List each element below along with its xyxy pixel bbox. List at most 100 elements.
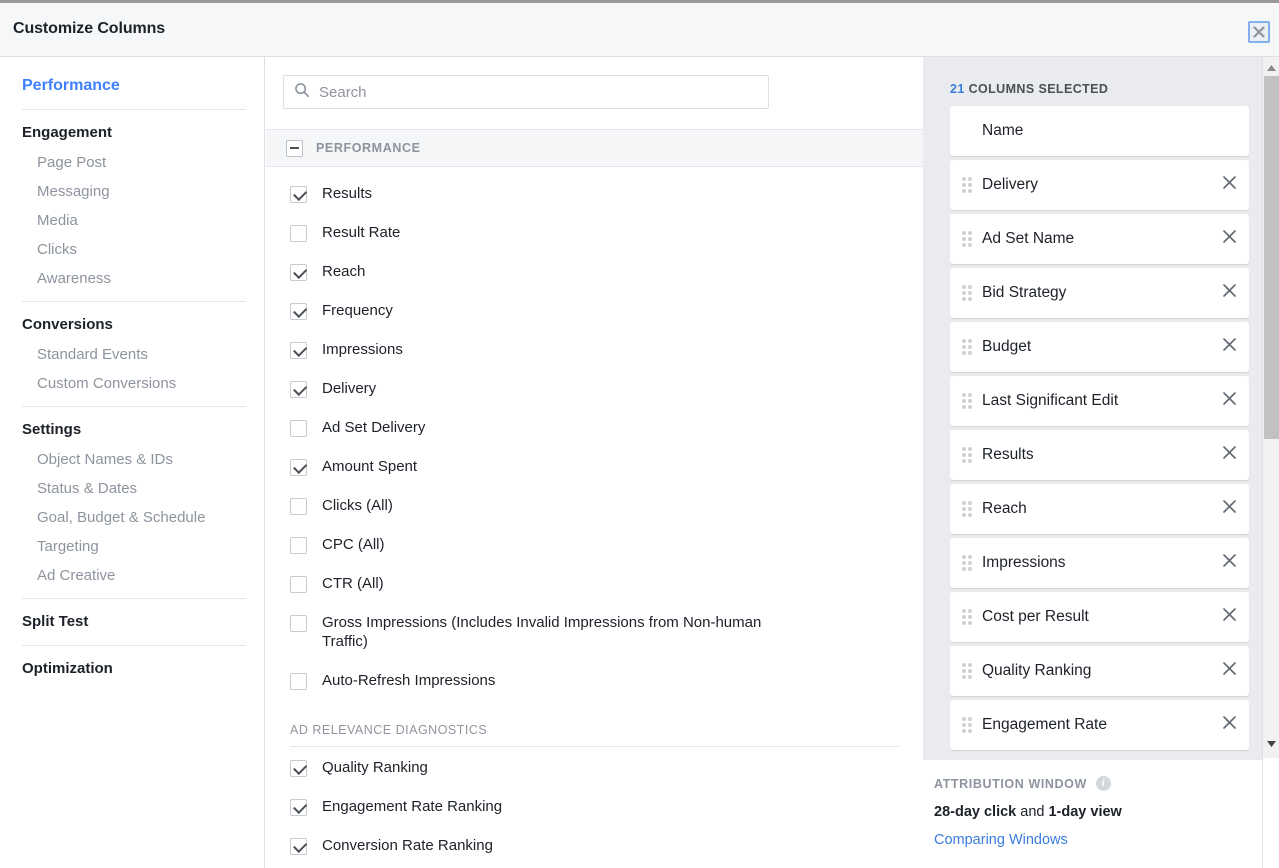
option-clicks-all[interactable]: Clicks (All) [266,493,923,532]
drag-handle-icon[interactable] [962,717,974,733]
scroll-up-icon[interactable] [1263,59,1279,76]
checkbox-gross-impressions[interactable] [290,615,307,632]
scrollbar-thumb[interactable] [1264,76,1279,439]
selected-column-name[interactable]: Name [950,106,1249,156]
remove-column-icon[interactable] [1222,715,1237,735]
sidebar-group-conversions[interactable]: Conversions [0,310,264,340]
column-label: Ad Set Name [982,230,1075,247]
sidebar-item-ad-creative[interactable]: Ad Creative [0,561,264,590]
sidebar-item-performance[interactable]: Performance [0,71,264,101]
remove-column-icon[interactable] [1222,175,1237,195]
remove-column-icon[interactable] [1222,499,1237,519]
sidebar-item-media[interactable]: Media [0,206,264,235]
selected-column-ad-set-name[interactable]: Ad Set Name [950,214,1249,264]
info-icon[interactable]: i [1095,776,1111,791]
scroll-down-icon[interactable] [1263,735,1279,752]
sidebar-item-messaging[interactable]: Messaging [0,177,264,206]
drag-handle-icon[interactable] [962,177,974,193]
selected-column-results[interactable]: Results [950,430,1249,480]
drag-handle-icon[interactable] [962,501,974,517]
checkbox-ctr-all[interactable] [290,576,307,593]
remove-column-icon[interactable] [1222,283,1237,303]
comparing-windows-link[interactable]: Comparing Windows [934,832,1279,848]
selected-column-delivery[interactable]: Delivery [950,160,1249,210]
sidebar-group-engagement[interactable]: Engagement [0,118,264,148]
option-impressions[interactable]: Impressions [266,337,923,376]
drag-handle-icon[interactable] [962,555,974,571]
selected-column-reach[interactable]: Reach [950,484,1249,534]
group-header-performance[interactable]: PERFORMANCE [266,129,923,167]
search-box[interactable] [283,75,769,109]
drag-handle-icon[interactable] [962,663,974,679]
checkbox-amount-spent[interactable] [290,459,307,476]
checkbox-delivery[interactable] [290,381,307,398]
checkbox-result-rate[interactable] [290,225,307,242]
sidebar-group-split-test[interactable]: Split Test [0,607,264,637]
selected-column-quality-ranking[interactable]: Quality Ranking [950,646,1249,696]
option-conversion-rate-ranking[interactable]: Conversion Rate Ranking [266,833,923,868]
selected-column-engagement-rate[interactable]: Engagement Rate [950,700,1249,750]
option-delivery[interactable]: Delivery [266,376,923,415]
checkbox-cpc-all[interactable] [290,537,307,554]
remove-column-icon[interactable] [1222,607,1237,627]
sidebar-item-standard-events[interactable]: Standard Events [0,340,264,369]
selected-column-cost-per-result[interactable]: Cost per Result [950,592,1249,642]
sidebar-item-custom-conversions[interactable]: Custom Conversions [0,369,264,398]
checkbox-quality-ranking[interactable] [290,760,307,777]
checkbox-conversion-rate-ranking[interactable] [290,838,307,855]
checkbox-frequency[interactable] [290,303,307,320]
remove-column-icon[interactable] [1222,445,1237,465]
selected-column-last-significant-edit[interactable]: Last Significant Edit [950,376,1249,426]
sidebar-item-status-dates[interactable]: Status & Dates [0,474,264,503]
option-quality-ranking[interactable]: Quality Ranking [266,755,923,794]
checkbox-ad-set-delivery[interactable] [290,420,307,437]
column-label: Cost per Result [982,608,1089,625]
option-gross-impressions[interactable]: Gross Impressions (Includes Invalid Impr… [266,610,923,668]
drag-handle-icon[interactable] [962,339,974,355]
checkbox-engagement-rate-ranking[interactable] [290,799,307,816]
sidebar-item-clicks[interactable]: Clicks [0,235,264,264]
option-auto-refresh-impressions[interactable]: Auto-Refresh Impressions [266,668,923,707]
remove-column-icon[interactable] [1222,229,1237,249]
close-button[interactable] [1248,21,1270,43]
selected-column-bid-strategy[interactable]: Bid Strategy [950,268,1249,318]
selected-column-impressions[interactable]: Impressions [950,538,1249,588]
checkbox-results[interactable] [290,186,307,203]
sidebar-item-page-post[interactable]: Page Post [0,148,264,177]
drag-handle-icon[interactable] [962,609,974,625]
checkbox-impressions[interactable] [290,342,307,359]
sidebar-divider [22,406,246,407]
option-reach[interactable]: Reach [266,259,923,298]
selected-count-label: COLUMNS SELECTED [968,82,1109,96]
remove-column-icon[interactable] [1222,661,1237,681]
window-scrollbar[interactable] [1262,57,1279,868]
minus-icon[interactable] [286,139,303,157]
drag-handle-icon[interactable] [962,285,974,301]
search-input[interactable] [319,83,739,101]
sidebar-item-awareness[interactable]: Awareness [0,264,264,293]
option-frequency[interactable]: Frequency [266,298,923,337]
sidebar-group-settings[interactable]: Settings [0,415,264,445]
checkbox-auto-refresh-impressions[interactable] [290,673,307,690]
option-amount-spent[interactable]: Amount Spent [266,454,923,493]
drag-handle-icon[interactable] [962,393,974,409]
option-cpc-all[interactable]: CPC (All) [266,532,923,571]
sidebar-item-targeting[interactable]: Targeting [0,532,264,561]
option-ad-set-delivery[interactable]: Ad Set Delivery [266,415,923,454]
remove-column-icon[interactable] [1222,337,1237,357]
option-engagement-rate-ranking[interactable]: Engagement Rate Ranking [266,794,923,833]
page-title: Customize Columns [13,20,166,37]
checkbox-reach[interactable] [290,264,307,281]
selected-column-budget[interactable]: Budget [950,322,1249,372]
option-results[interactable]: Results [266,181,923,220]
drag-handle-icon[interactable] [962,447,974,463]
option-result-rate[interactable]: Result Rate [266,220,923,259]
remove-column-icon[interactable] [1222,553,1237,573]
checkbox-clicks-all[interactable] [290,498,307,515]
sidebar-item-goal-budget-schedule[interactable]: Goal, Budget & Schedule [0,503,264,532]
remove-column-icon[interactable] [1222,391,1237,411]
sidebar-item-object-names-ids[interactable]: Object Names & IDs [0,445,264,474]
sidebar-group-optimization[interactable]: Optimization [0,654,264,684]
option-ctr-all[interactable]: CTR (All) [266,571,923,610]
drag-handle-icon[interactable] [962,231,974,247]
